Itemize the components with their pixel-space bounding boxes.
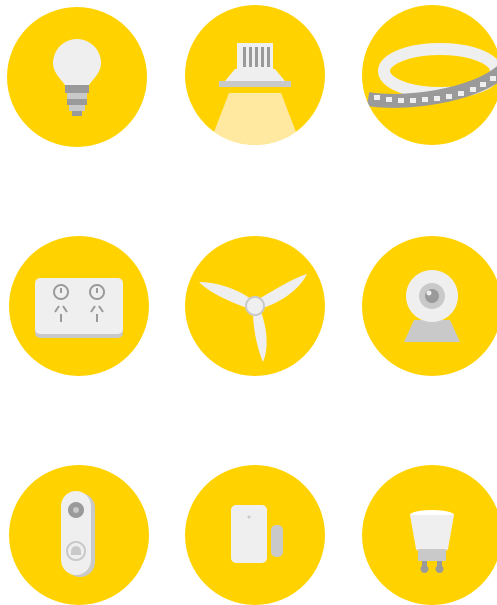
led-strip-icon (366, 43, 497, 108)
security-camera-icon (404, 270, 460, 342)
door-sensor-icon (231, 505, 283, 563)
power-outlet-tile[interactable] (9, 236, 149, 376)
light-bulb-icon (53, 39, 101, 116)
downlight-tile[interactable] (185, 5, 325, 145)
gu10-bulb-icon (410, 510, 454, 573)
double-power-outlet-icon (35, 278, 123, 338)
door-sensor-tile[interactable] (185, 465, 325, 605)
video-doorbell-icon (61, 491, 95, 577)
ceiling-fan-icon (199, 274, 307, 362)
light-bulb-tile[interactable] (7, 7, 147, 147)
gu10-bulb-tile[interactable] (362, 465, 497, 605)
downlight-icon (209, 43, 301, 145)
led-strip-tile[interactable] (362, 5, 497, 145)
video-doorbell-tile[interactable] (9, 465, 149, 605)
security-camera-tile[interactable] (362, 236, 497, 376)
ceiling-fan-tile[interactable] (185, 236, 325, 376)
